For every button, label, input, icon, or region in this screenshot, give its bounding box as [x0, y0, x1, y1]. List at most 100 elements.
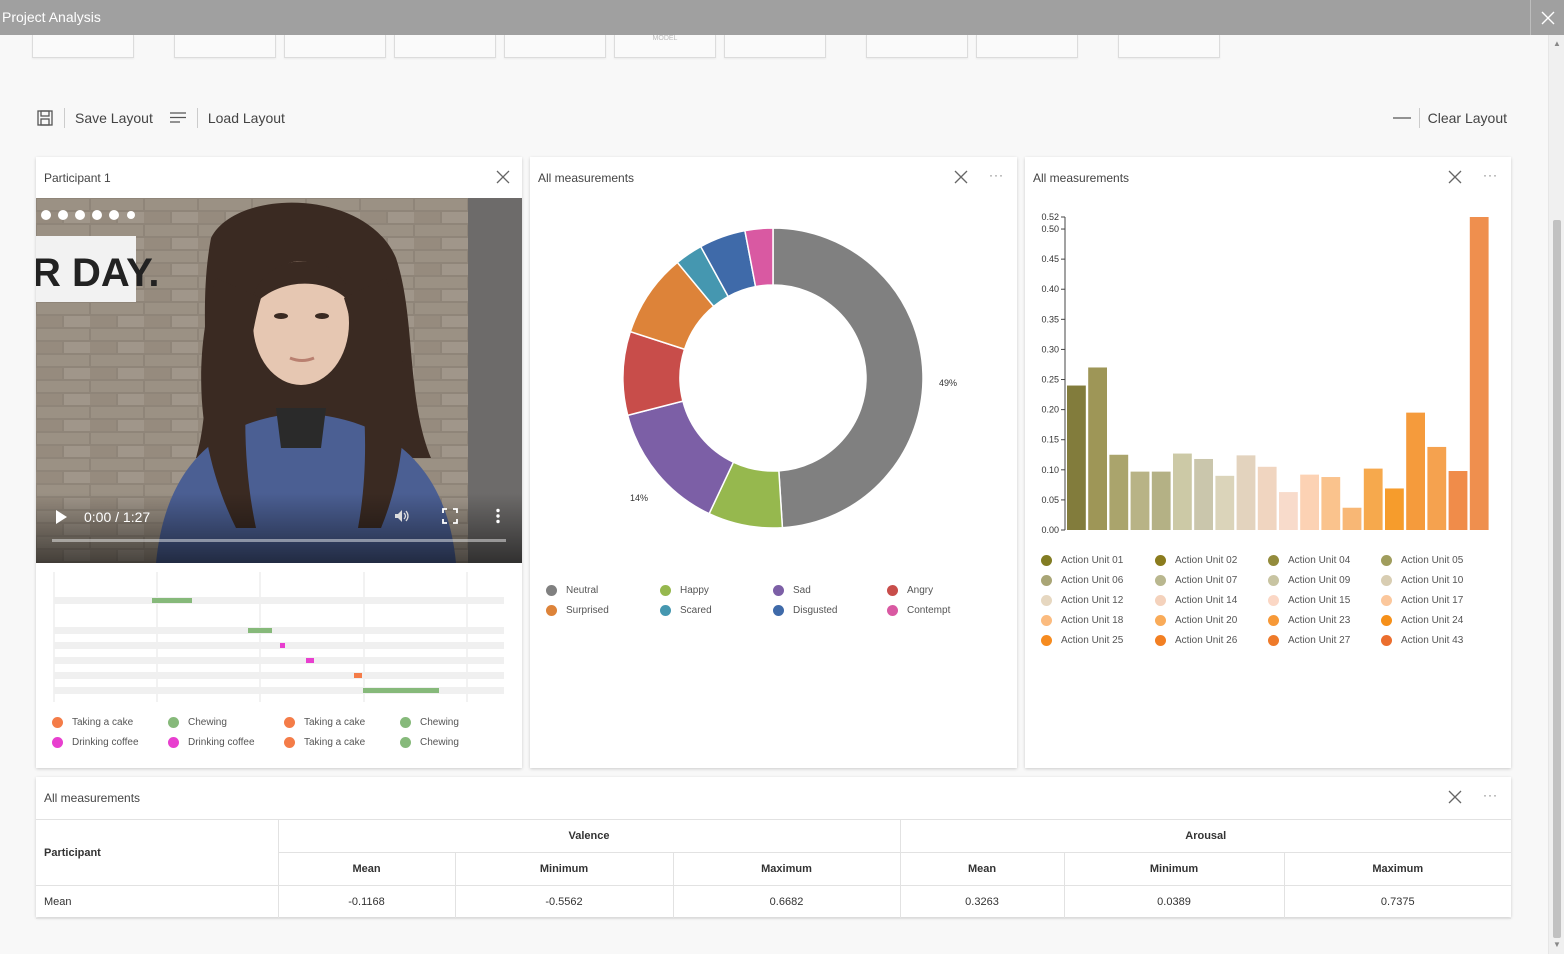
top-tile[interactable]	[284, 35, 386, 58]
volume-icon[interactable]	[393, 507, 411, 525]
bar-action-unit-43[interactable]	[1469, 217, 1489, 530]
bar-legend-item[interactable]: Action Unit 10	[1381, 575, 1463, 586]
pie-label-neutral: 49%	[939, 378, 958, 388]
pie-legend-item[interactable]: Neutral	[546, 585, 598, 596]
scroll-down-arrow-icon[interactable]: ▼	[1552, 940, 1562, 950]
bar-action-unit-02[interactable]	[1088, 367, 1107, 530]
scroll-up-arrow-icon[interactable]: ▲	[1552, 39, 1562, 49]
bar-legend-item[interactable]: Action Unit 04	[1268, 555, 1350, 566]
table-subheader: Mean	[277, 852, 456, 886]
pie-legend-item[interactable]: Sad	[773, 585, 811, 596]
timeline-legend-item[interactable]: Drinking coffee	[52, 737, 139, 748]
top-tile[interactable]	[32, 35, 134, 58]
bar-action-unit-07[interactable]	[1173, 453, 1192, 530]
timeline-legend-item[interactable]: Taking a cake	[284, 717, 365, 728]
play-icon[interactable]	[54, 509, 68, 525]
bar-legend-item[interactable]: Action Unit 01	[1041, 555, 1123, 566]
bar-action-unit-26[interactable]	[1427, 446, 1447, 530]
pie-legend-item[interactable]: Contempt	[887, 605, 950, 616]
bar-legend-item[interactable]: Action Unit 24	[1381, 615, 1463, 626]
pie-legend-item[interactable]: Disgusted	[773, 605, 837, 616]
bar-action-unit-01[interactable]	[1067, 385, 1086, 530]
more-options-icon[interactable]: ···	[989, 168, 1007, 184]
close-icon[interactable]	[953, 169, 969, 185]
page-scrollbar[interactable]: ▲ ▼	[1548, 35, 1564, 954]
clear-layout-button[interactable]: Clear Layout	[1392, 104, 1507, 132]
action-units-bar-panel: All measurements ··· 0.00 0.05 0.10 0.15 0.2…	[1025, 157, 1511, 768]
video-controls	[36, 493, 522, 563]
bar-legend-item[interactable]: Action Unit 15	[1268, 595, 1350, 606]
bar-action-unit-18[interactable]	[1321, 477, 1341, 530]
bar-action-unit-15[interactable]	[1279, 492, 1298, 530]
bar-legend-item[interactable]: Action Unit 02	[1155, 555, 1237, 566]
bar-legend-item[interactable]: Action Unit 07	[1155, 575, 1237, 586]
more-vertical-icon[interactable]	[494, 508, 502, 524]
video-player[interactable]: R DAY. 0:00 / 1:27	[36, 198, 522, 563]
close-icon[interactable]	[495, 169, 511, 185]
top-tile-model[interactable]: MODEL	[614, 35, 716, 58]
bar-legend-item[interactable]: Action Unit 17	[1381, 595, 1463, 606]
bar-legend-item[interactable]: Action Unit 12	[1041, 595, 1123, 606]
window-close-button[interactable]	[1530, 0, 1564, 35]
timeline-legend-item[interactable]: Chewing	[168, 717, 227, 728]
bar-action-unit-24[interactable]	[1385, 488, 1404, 530]
top-tile[interactable]	[504, 35, 606, 58]
more-options-icon[interactable]: ···	[1483, 788, 1501, 804]
bar-action-unit-27[interactable]	[1448, 471, 1468, 530]
bar-legend-item[interactable]: Action Unit 14	[1155, 595, 1237, 606]
pie-legend-item[interactable]: Happy	[660, 585, 709, 596]
more-options-icon[interactable]: ···	[1483, 168, 1501, 184]
participant-video-panel: Participant 1 R DAY. 0:00 / 1:27 Taking …	[36, 157, 522, 768]
timeline-legend-item[interactable]: Chewing	[400, 737, 459, 748]
bar-legend-item[interactable]: Action Unit 20	[1155, 615, 1237, 626]
window-title: Project Analysis	[2, 9, 101, 25]
bar-action-unit-05[interactable]	[1130, 471, 1150, 530]
fullscreen-icon[interactable]	[442, 508, 458, 524]
bar-legend-item[interactable]: Action Unit 26	[1155, 635, 1237, 646]
video-progress-bar[interactable]	[52, 539, 506, 542]
bar-action-unit-23[interactable]	[1363, 468, 1383, 530]
pie-legend-item[interactable]: Surprised	[546, 605, 609, 616]
top-tile[interactable]	[394, 35, 496, 58]
bar-action-unit-20[interactable]	[1342, 507, 1362, 530]
legend-swatch	[1041, 555, 1052, 566]
bar-action-unit-17[interactable]	[1300, 474, 1319, 530]
close-icon[interactable]	[1447, 169, 1463, 185]
top-tile[interactable]	[724, 35, 826, 58]
bar-legend-item[interactable]: Action Unit 23	[1268, 615, 1350, 626]
save-layout-button[interactable]: Save Layout	[36, 108, 153, 128]
pie-slice-neutral[interactable]	[772, 227, 924, 529]
close-icon[interactable]	[1447, 789, 1463, 805]
bar-legend-item[interactable]: Action Unit 27	[1268, 635, 1350, 646]
pie-legend-item[interactable]: Scared	[660, 605, 712, 616]
bar-action-unit-12[interactable]	[1236, 455, 1256, 530]
legend-label: Action Unit 25	[1061, 635, 1124, 646]
legend-label: Chewing	[420, 737, 459, 748]
bar-legend-item[interactable]: Action Unit 25	[1041, 635, 1123, 646]
bar-action-unit-06[interactable]	[1151, 471, 1171, 530]
summary-table-panel: All measurements ··· Participant Valence…	[36, 777, 1511, 919]
bar-action-unit-09[interactable]	[1194, 458, 1213, 530]
top-tile[interactable]	[866, 35, 968, 58]
bar-action-unit-25[interactable]	[1406, 412, 1425, 530]
bar-legend-item[interactable]: Action Unit 09	[1268, 575, 1350, 586]
bar-action-unit-10[interactable]	[1215, 475, 1235, 530]
timeline-legend-item[interactable]: Taking a cake	[52, 717, 133, 728]
pie-legend-item[interactable]: Angry	[887, 585, 933, 596]
bar-legend-item[interactable]: Action Unit 18	[1041, 615, 1123, 626]
top-tile[interactable]	[1118, 35, 1220, 58]
legend-label: Disgusted	[793, 605, 838, 616]
bar-action-unit-04[interactable]	[1109, 454, 1129, 530]
scrollbar-thumb[interactable]	[1553, 220, 1561, 938]
bar-legend-item[interactable]: Action Unit 43	[1381, 635, 1463, 646]
legend-label: Action Unit 09	[1288, 575, 1351, 586]
timeline-legend-item[interactable]: Drinking coffee	[168, 737, 255, 748]
timeline-legend-item[interactable]: Taking a cake	[284, 737, 365, 748]
timeline-legend-item[interactable]: Chewing	[400, 717, 459, 728]
load-layout-button[interactable]: Load Layout	[169, 108, 285, 128]
top-tile[interactable]	[976, 35, 1078, 58]
top-tile[interactable]	[174, 35, 276, 58]
bar-action-unit-14[interactable]	[1257, 466, 1277, 530]
bar-legend-item[interactable]: Action Unit 05	[1381, 555, 1463, 566]
bar-legend-item[interactable]: Action Unit 06	[1041, 575, 1123, 586]
